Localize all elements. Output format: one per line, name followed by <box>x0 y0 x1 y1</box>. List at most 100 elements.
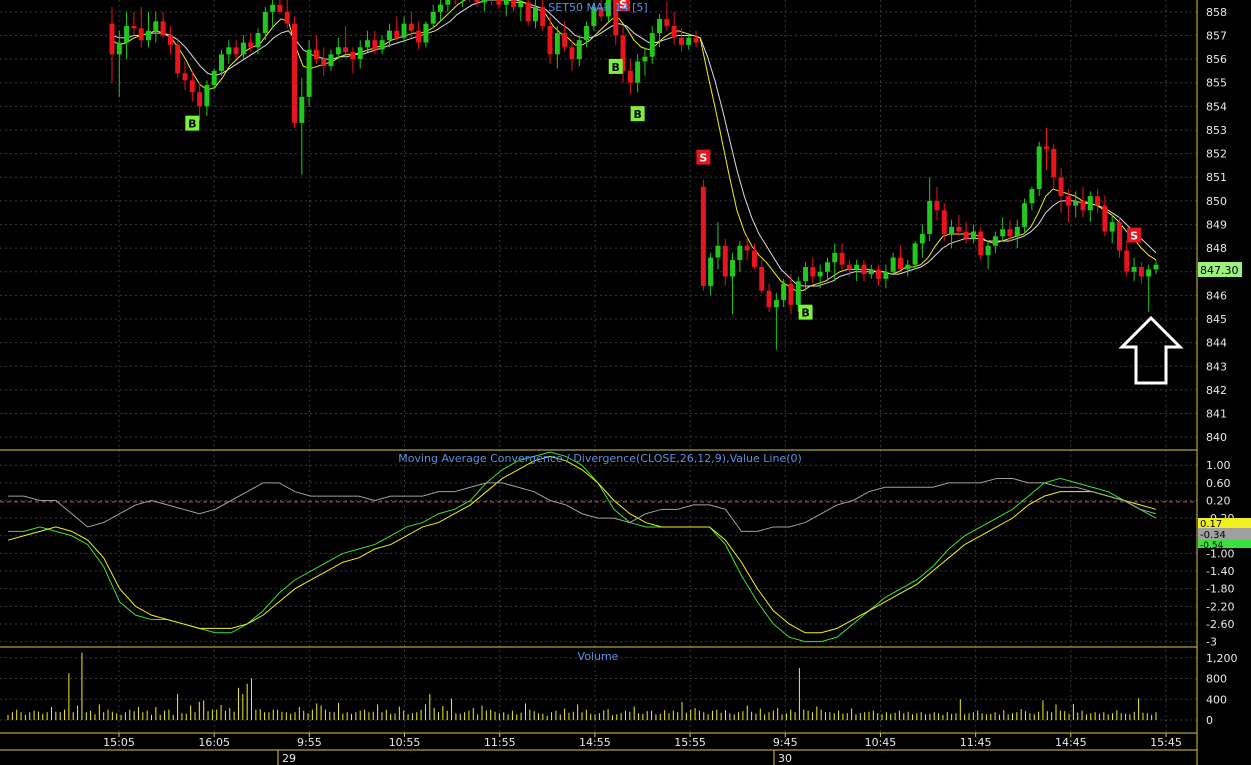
candle-body <box>1022 203 1028 227</box>
candle-body <box>153 21 159 31</box>
candle-down <box>292 16 298 128</box>
candle-body <box>321 59 327 67</box>
candle-body <box>671 25 677 38</box>
last-price-marker: 847.30 <box>1198 262 1242 277</box>
price-tick-label: 845 <box>1206 313 1227 326</box>
price-tick-label: 857 <box>1206 29 1227 42</box>
sell-signal: S <box>696 149 711 165</box>
macd-badges: 0.17 -0.34 -0.54 <box>1198 518 1251 551</box>
time-tick-label: 9:55 <box>297 736 322 749</box>
macd-hist-badge-label: -0.34 <box>1200 530 1226 541</box>
candle-body <box>562 33 568 48</box>
volume-tick-label: 800 <box>1206 673 1227 686</box>
candle-body <box>788 283 794 305</box>
candle-body <box>1131 267 1137 272</box>
candle-body <box>824 262 830 272</box>
time-tick-label: 15:05 <box>103 736 135 749</box>
candle-body <box>116 42 122 55</box>
candle-body <box>766 290 772 308</box>
candle-body <box>803 267 809 282</box>
signal-label: B <box>188 118 196 131</box>
candle-body <box>430 11 436 24</box>
candle-body <box>518 2 524 8</box>
buy-signal: B <box>630 106 645 122</box>
time-tick-label: 11:45 <box>960 736 992 749</box>
candle-body <box>511 0 517 8</box>
candle-body <box>627 70 633 83</box>
candle-body <box>175 44 181 74</box>
candle-body <box>1000 229 1006 237</box>
price-tick-label: 851 <box>1206 171 1227 184</box>
candle-body <box>1065 196 1071 206</box>
candle-body <box>255 33 261 48</box>
candle-body <box>868 269 874 275</box>
time-tick-label: 16:05 <box>198 736 230 749</box>
candle-body <box>408 23 414 31</box>
price-tick-label: 842 <box>1206 384 1227 397</box>
candle-body <box>146 30 152 41</box>
candle-body <box>1036 146 1042 190</box>
candle-body <box>233 47 239 55</box>
candle-body <box>416 30 422 43</box>
candle-body <box>934 200 940 211</box>
candle-body <box>226 47 232 55</box>
candle-body <box>854 264 860 270</box>
candle-body <box>496 0 502 5</box>
macd-tick-label: 0.20 <box>1206 495 1231 508</box>
candle-body <box>379 40 385 50</box>
candle-body <box>846 264 852 270</box>
candle-body <box>1007 229 1013 237</box>
candle-body <box>635 61 641 83</box>
candle-body <box>927 200 933 234</box>
signal-label: B <box>633 108 641 121</box>
price-tick-label: 843 <box>1206 360 1227 373</box>
candle-body <box>284 11 290 24</box>
candle-body <box>138 28 144 41</box>
candle-body <box>554 33 560 55</box>
candle-body <box>350 51 356 60</box>
stock-chart[interactable]: BSBBSBS 85885785685585485385285185084984… <box>0 0 1251 765</box>
candle-body <box>861 264 867 275</box>
price-panel-title: SET50 MAR 14 [5] <box>548 1 647 14</box>
candle-body <box>912 243 918 265</box>
candle-body <box>131 25 137 29</box>
candle-body <box>474 0 480 3</box>
candle-body <box>1124 250 1130 272</box>
candle-body <box>343 47 349 52</box>
macd-tick-label: -2.20 <box>1206 600 1234 613</box>
candle-body <box>978 231 984 256</box>
signal-label: B <box>612 61 620 74</box>
candle-body <box>211 70 217 86</box>
price-tick-label: 841 <box>1206 408 1227 421</box>
price-tick-label: 856 <box>1206 53 1227 66</box>
chart-background <box>0 0 1251 765</box>
macd-tick-label: 0.60 <box>1206 477 1231 490</box>
candle-body <box>160 21 166 36</box>
candle-body <box>664 18 670 26</box>
candle-body <box>1029 189 1035 204</box>
volume-tick-label: 400 <box>1206 693 1227 706</box>
candle-up <box>306 40 312 107</box>
macd-y-axis: 1.000.600.20-0.20-0.60-1.00-1.40-1.80-2.… <box>1206 459 1234 648</box>
candle-body <box>963 231 969 239</box>
candle-body <box>708 257 714 286</box>
candle-body <box>1014 226 1020 237</box>
candle-body <box>423 23 429 43</box>
candle-body <box>1138 267 1144 277</box>
macd-panel-title: Moving Average Convergence / Divergence(… <box>398 452 802 465</box>
candle-body <box>1102 205 1108 232</box>
volume-panel-title: Volume <box>578 650 619 663</box>
candle-body <box>657 18 663 34</box>
time-tick-label: 14:55 <box>579 736 611 749</box>
candle-body <box>700 186 706 286</box>
candle-body <box>897 257 903 270</box>
buy-signal: B <box>608 58 623 74</box>
candle-body <box>124 25 130 43</box>
candle-body <box>204 85 210 107</box>
candle-body <box>985 245 991 256</box>
candle-body <box>357 47 363 60</box>
candle-body <box>949 226 955 234</box>
signal-label: B <box>801 307 809 320</box>
candle-body <box>693 37 699 43</box>
candle-body <box>941 210 947 234</box>
